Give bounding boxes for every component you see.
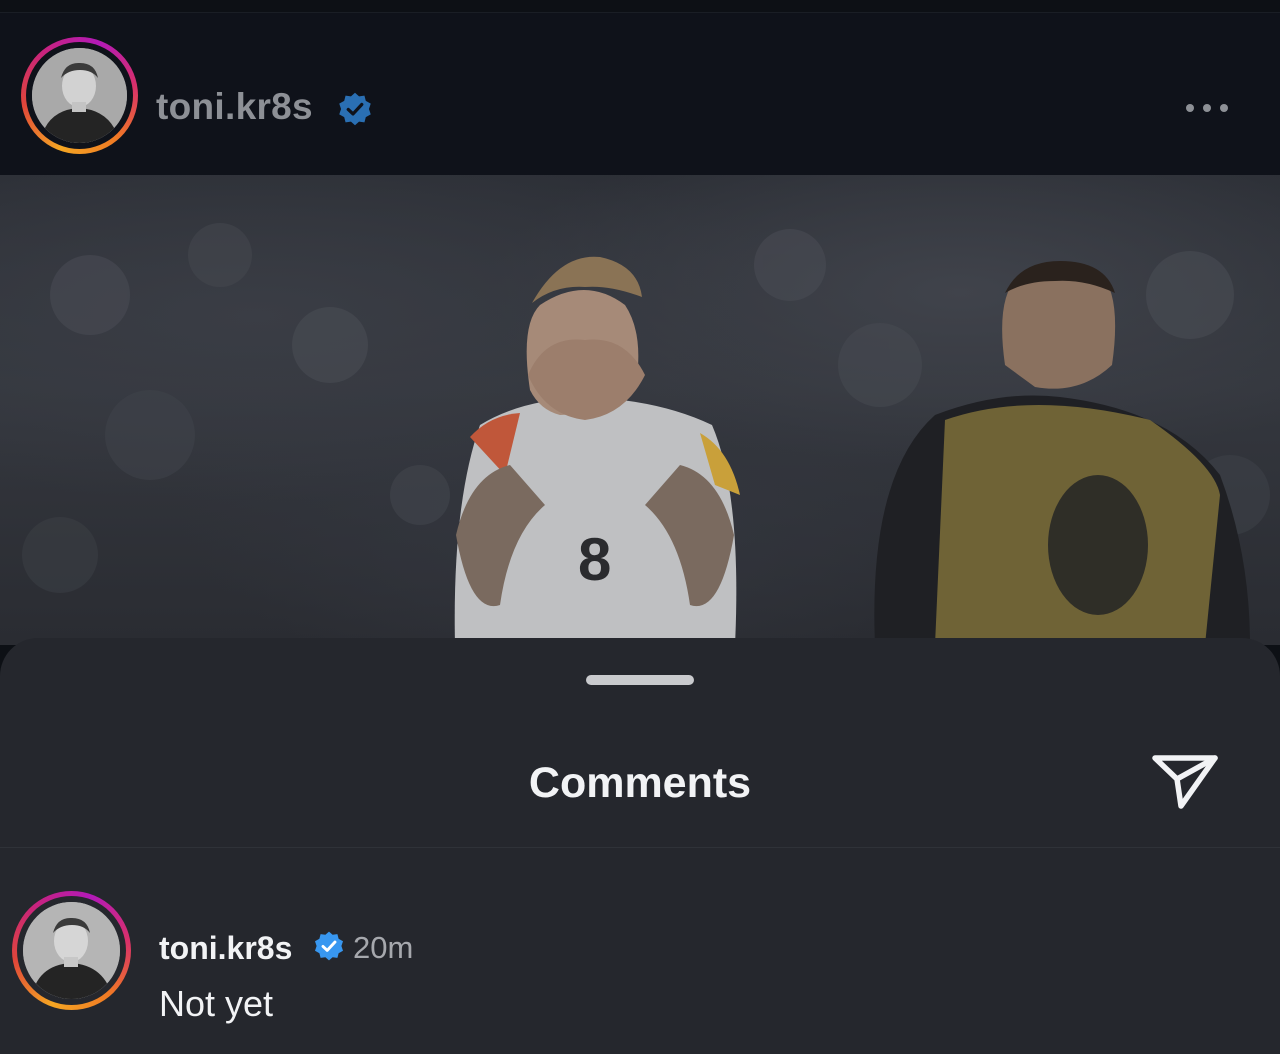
post-header: toni.kr8s [0, 13, 1280, 175]
sheet-divider [0, 847, 1280, 848]
instagram-post-screen: toni.kr8s 8 Comments toni.kr8s 20m Not y… [0, 0, 1280, 1054]
avatar-photo [23, 902, 120, 999]
post-image[interactable]: 8 [0, 175, 1280, 645]
sheet-title: Comments [528, 759, 752, 807]
post-username[interactable]: toni.kr8s [156, 86, 313, 128]
player-figure: 8 [454, 256, 740, 645]
svg-text:8: 8 [578, 526, 611, 593]
post-avatar[interactable] [21, 37, 138, 154]
verified-badge-icon [315, 931, 343, 961]
comments-sheet: Comments toni.kr8s 20m Not yet [0, 638, 1280, 1054]
comment-timestamp: 20m [353, 930, 414, 965]
comment-username[interactable]: toni.kr8s [159, 930, 292, 967]
avatar-photo [32, 48, 127, 143]
sheet-drag-handle[interactable] [586, 675, 694, 685]
more-horizontal-icon [1186, 104, 1194, 112]
send-icon[interactable] [1150, 750, 1220, 812]
more-options-button[interactable] [1186, 97, 1242, 119]
comment-text: Not yet [159, 983, 274, 1024]
comment-avatar[interactable] [12, 891, 131, 1010]
verified-badge-icon [339, 92, 371, 126]
